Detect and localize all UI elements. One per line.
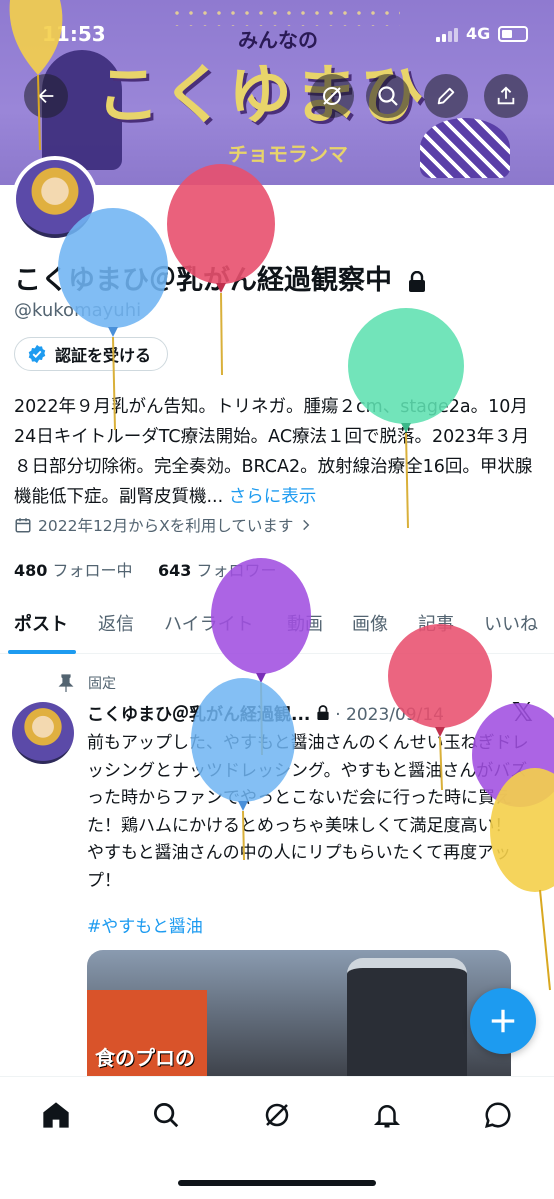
nav-messages[interactable] — [478, 1095, 518, 1135]
nav-home[interactable] — [36, 1095, 76, 1135]
balloon-icon — [490, 768, 554, 991]
message-icon — [484, 1102, 511, 1129]
balloon-icon — [191, 678, 295, 861]
birthday-balloons — [9, 0, 554, 991]
grok-icon — [265, 1103, 289, 1127]
balloon-icon — [9, 0, 63, 151]
balloon-icon — [58, 208, 168, 431]
home-icon — [43, 1102, 69, 1128]
nav-search[interactable] — [146, 1095, 186, 1135]
bell-icon — [373, 1105, 401, 1128]
balloon-icon — [348, 308, 464, 529]
balloon-icon — [167, 164, 275, 376]
nav-grok[interactable] — [257, 1095, 297, 1135]
home-indicator — [178, 1180, 376, 1186]
nav-notifications[interactable] — [367, 1095, 407, 1135]
search-icon — [154, 1103, 179, 1128]
